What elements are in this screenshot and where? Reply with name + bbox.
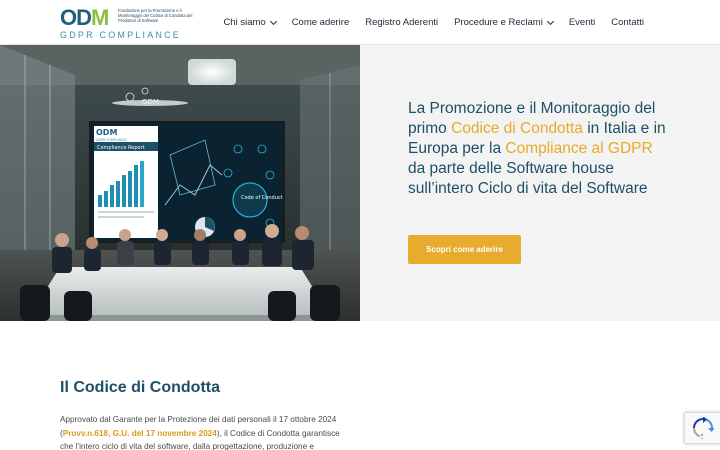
section-text: Approvato dal Garante per la Protezione … [60,415,340,450]
chevron-down-icon [546,17,554,25]
svg-text:Compliance Report: Compliance Report [97,145,145,151]
svg-text:GDPR COMPLIANCE: GDPR COMPLIANCE [96,138,127,142]
nav-item-procedure-reclami[interactable]: Procedure e Reclami [446,17,561,28]
section-title: Il Codice di Condotta [60,379,220,396]
site-logo[interactable]: ODM Fondazione per la Promozione e il Mo… [60,5,198,41]
chevron-down-icon [269,17,277,25]
nav-item-contatti[interactable]: Contatti [603,17,652,28]
logo-subtitle: GDPR COMPLIANCE [60,30,182,40]
svg-text:ODM: ODM [142,98,159,106]
logo-odm-mark: ODM [60,5,109,30]
hero-title: La Promozione e il Monitoraggio del prim… [408,100,666,197]
nav-item-chi-siamo[interactable]: Chi siamo [215,17,283,28]
hero-image: ODM ODM GDPR COMPLIANCE Compliance Repor… [0,45,360,321]
svg-text:Code of Conduct: Code of Conduct [241,195,283,201]
nav-item-registro-aderenti[interactable]: Registro Aderenti [357,17,446,28]
provvedimento-link[interactable]: Provv.n.618, G.U. del 17 novembre 2024 [63,429,217,438]
nav-item-eventi[interactable]: Eventi [561,17,603,28]
svg-text:ODM: ODM [96,128,117,137]
site-header: ODM Fondazione per la Promozione e il Mo… [0,0,720,45]
recaptcha-badge[interactable] [684,412,720,444]
hero-panel: La Promozione e il Monitoraggio del prim… [360,45,720,321]
logo-tagline: Fondazione per la Promozione e il Monito… [118,8,193,23]
discover-how-to-join-button[interactable]: Scopri come aderire [408,235,521,264]
nav-item-come-aderire[interactable]: Come aderire [284,17,358,28]
recaptcha-icon [692,417,714,439]
main-nav: Chi siamo Come aderire Registro Aderenti… [215,0,652,45]
